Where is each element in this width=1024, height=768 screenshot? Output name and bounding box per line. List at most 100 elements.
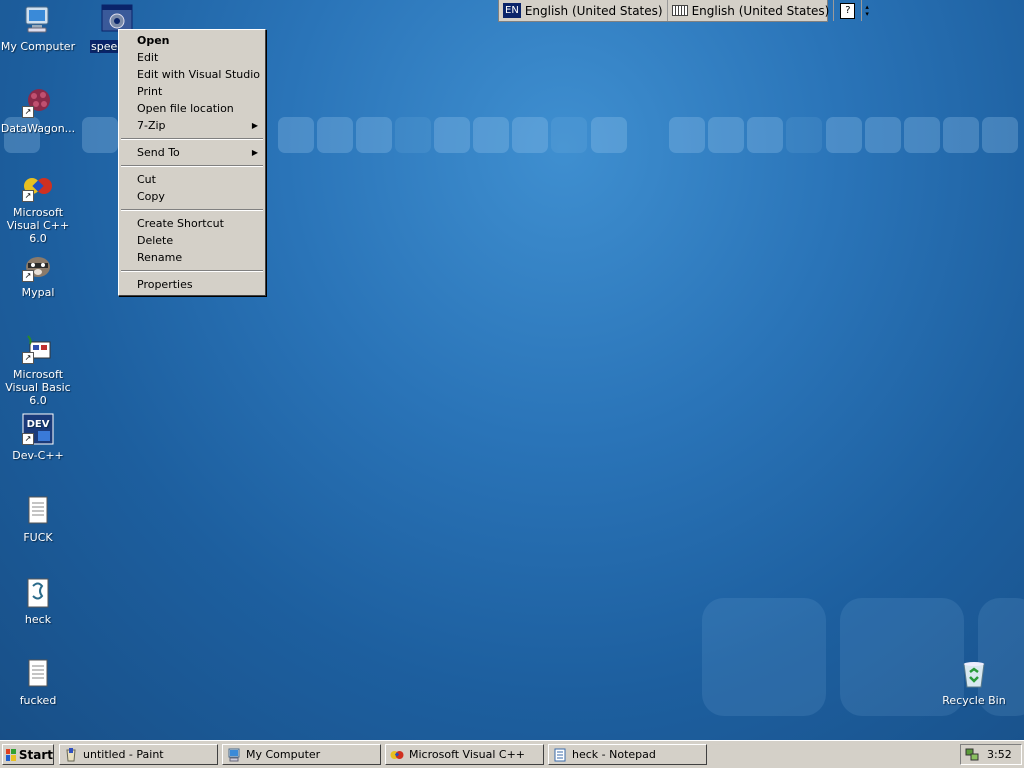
menu-item-properties[interactable]: Properties: [119, 276, 265, 293]
langbar-options-button[interactable]: ▴ ▾: [862, 0, 872, 21]
raccoon-icon: ↗: [22, 250, 54, 282]
menu-item-print[interactable]: Print: [119, 83, 265, 100]
task-label: Microsoft Visual C++: [409, 748, 526, 761]
desktop-icon-recycle-bin[interactable]: Recycle Bin: [936, 658, 1012, 707]
wallpaper-tile: [786, 117, 822, 153]
visual-basic-icon: ↗: [22, 332, 54, 364]
wallpaper-tile: [826, 117, 862, 153]
datawagon-icon: ↗: [22, 86, 54, 118]
wallpaper-tile: [982, 117, 1018, 153]
paint-icon: [64, 747, 78, 762]
desktop-icon-fucked[interactable]: fucked: [0, 658, 76, 707]
icon-label: Microsoft Visual Basic 6.0: [5, 368, 71, 407]
wallpaper-tile: [473, 117, 509, 153]
task-button-notepad[interactable]: heck - Notepad: [548, 744, 707, 765]
menu-item-open[interactable]: Open: [119, 32, 265, 49]
menu-item-cut[interactable]: Cut: [119, 171, 265, 188]
windows-logo-icon: [6, 748, 16, 761]
task-button-paint[interactable]: untitled - Paint: [59, 744, 218, 765]
shortcut-arrow-icon: ↗: [22, 433, 34, 445]
wallpaper-tile: [747, 117, 783, 153]
menu-item-7zip[interactable]: 7-Zip ▶: [119, 117, 265, 134]
start-button[interactable]: Start: [2, 744, 54, 765]
help-icon: ?: [840, 2, 856, 19]
wallpaper-tile: [278, 117, 314, 153]
desktop-icon-dev-cpp[interactable]: DEV ↗ Dev-C++: [0, 413, 76, 462]
visual-cpp-icon: ↗: [22, 170, 54, 202]
chevron-down-icon: ▾: [865, 9, 869, 18]
icon-label: fucked: [19, 694, 57, 707]
desktop-icon-mypal[interactable]: ↗ Mypal: [0, 250, 76, 299]
shortcut-arrow-icon: ↗: [22, 190, 34, 202]
icon-label: My Computer: [0, 40, 76, 53]
desktop-icon-datawagon[interactable]: ↗ DataWagon...: [0, 86, 76, 135]
menu-item-send-to[interactable]: Send To ▶: [119, 144, 265, 161]
wallpaper-tile: [591, 117, 627, 153]
wallpaper-tile: [702, 598, 826, 716]
icon-label: DataWagon...: [0, 122, 76, 135]
menu-separator: [121, 209, 263, 211]
task-button-visual-cpp[interactable]: Microsoft Visual C++: [385, 744, 544, 765]
dev-cpp-icon: DEV ↗: [22, 413, 54, 445]
language-label: English (United States): [524, 3, 663, 18]
keyboard-icon: [671, 5, 688, 16]
network-icon[interactable]: [965, 748, 979, 762]
keyboard-layout-selector[interactable]: English (United States): [668, 0, 835, 21]
wallpaper-tile: [904, 117, 940, 153]
script-file-icon: [22, 577, 54, 609]
menu-item-label: 7-Zip: [137, 119, 166, 132]
task-label: My Computer: [246, 748, 321, 761]
desktop-icon-visual-cpp[interactable]: ↗ Microsoft Visual C++ 6.0: [0, 170, 76, 245]
visual-cpp-icon: [390, 748, 404, 762]
icon-label: FUCK: [23, 531, 53, 544]
task-button-my-computer[interactable]: My Computer: [222, 744, 381, 765]
language-selector[interactable]: EN English (United States): [499, 0, 668, 21]
desktop-icon-fuck[interactable]: FUCK: [0, 495, 76, 544]
menu-item-create-shortcut[interactable]: Create Shortcut: [119, 215, 265, 232]
wallpaper-tile: [943, 117, 979, 153]
taskbar: Start untitled - Paint My Computer Micro…: [0, 740, 1024, 768]
menu-item-label: Send To: [137, 146, 180, 159]
desktop-icon-visual-basic[interactable]: ↗ Microsoft Visual Basic 6.0: [0, 332, 76, 407]
menu-item-open-file-location[interactable]: Open file location: [119, 100, 265, 117]
menu-separator: [121, 138, 263, 140]
menu-item-delete[interactable]: Delete: [119, 232, 265, 249]
shortcut-arrow-icon: ↗: [22, 352, 34, 364]
wallpaper-tile: [512, 117, 548, 153]
context-menu: Open Edit Edit with Visual Studio Print …: [118, 29, 266, 296]
task-label: heck - Notepad: [572, 748, 656, 761]
icon-label: heck: [24, 613, 52, 626]
notepad-icon: [553, 748, 567, 762]
computer-icon: [227, 748, 241, 762]
wallpaper-tile: [395, 117, 431, 153]
desktop-icon-heck[interactable]: heck: [0, 577, 76, 626]
wallpaper-tile: [82, 117, 118, 153]
submenu-arrow-icon: ▶: [251, 121, 258, 130]
svg-text:DEV: DEV: [27, 419, 50, 430]
shortcut-arrow-icon: ↗: [22, 270, 34, 282]
menu-item-edit-with-visual-studio[interactable]: Edit with Visual Studio: [119, 66, 265, 83]
text-file-icon: [22, 495, 54, 527]
clock[interactable]: 3:52: [987, 748, 1012, 761]
wallpaper-tile: [356, 117, 392, 153]
submenu-arrow-icon: ▶: [251, 148, 258, 157]
wallpaper-tile: [434, 117, 470, 153]
wallpaper-tile: [669, 117, 705, 153]
icon-label: Mypal: [21, 286, 55, 299]
computer-icon: [22, 4, 54, 36]
menu-item-copy[interactable]: Copy: [119, 188, 265, 205]
menu-separator: [121, 270, 263, 272]
menu-item-rename[interactable]: Rename: [119, 249, 265, 266]
start-label: Start: [18, 747, 53, 762]
menu-item-edit[interactable]: Edit: [119, 49, 265, 66]
shortcut-arrow-icon: ↗: [22, 106, 34, 118]
help-button[interactable]: ?: [834, 0, 863, 21]
recycle-bin-icon: [958, 658, 990, 690]
menu-separator: [121, 165, 263, 167]
desktop-icon-my-computer[interactable]: My Computer: [0, 4, 76, 53]
wallpaper-tile: [551, 117, 587, 153]
language-bar: EN English (United States) English (Unit…: [498, 0, 869, 22]
system-tray: 3:52: [960, 744, 1022, 765]
wallpaper-tile: [317, 117, 353, 153]
text-file-icon: [22, 658, 54, 690]
